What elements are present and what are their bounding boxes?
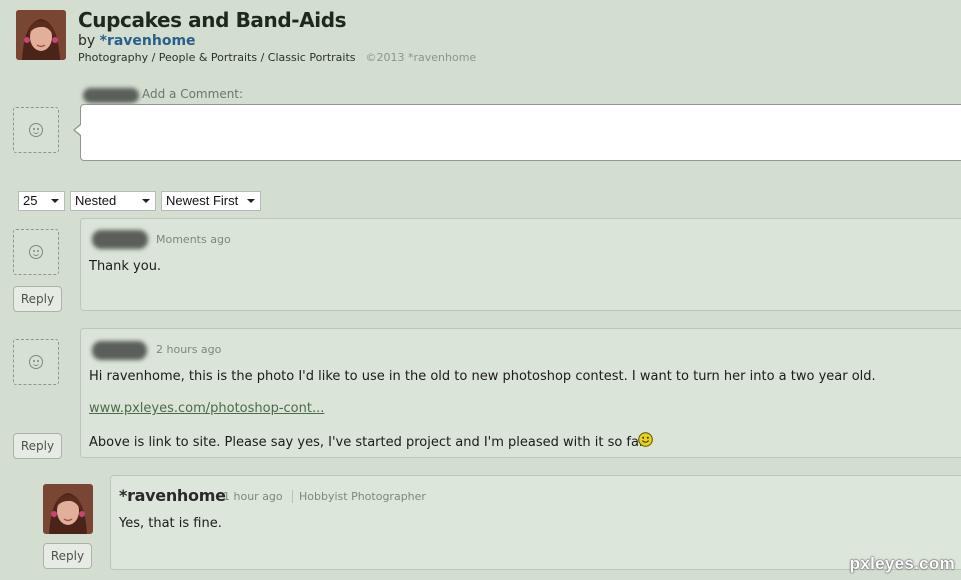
- breadcrumb-separator: /: [148, 51, 159, 64]
- sort-order-value: Newest First: [166, 193, 239, 208]
- smiley-icon: [29, 245, 43, 259]
- chevron-down-icon: [51, 199, 59, 203]
- comment-text-2: Above is link to site. Please say yes, I…: [89, 435, 648, 450]
- author-link[interactable]: *ravenhome: [100, 33, 196, 49]
- author-avatar[interactable]: [16, 10, 66, 60]
- comment-item: [80, 218, 961, 311]
- comment-input[interactable]: [80, 104, 961, 161]
- reply-author-role: Hobbyist Photographer: [292, 490, 426, 503]
- breadcrumb-people-portraits[interactable]: People & Portraits: [159, 51, 257, 64]
- page-title: Cupcakes and Band-Aids: [78, 8, 347, 32]
- breadcrumb-separator: /: [257, 51, 268, 64]
- byline-prefix: by: [78, 33, 100, 49]
- reply-button[interactable]: Reply: [43, 543, 92, 569]
- commenter-avatar-placeholder: [13, 229, 59, 275]
- user-avatar-placeholder: [13, 107, 59, 153]
- sort-order-select[interactable]: Newest First: [161, 191, 261, 211]
- reply-time: 1 hour ago: [223, 490, 283, 503]
- breadcrumb-photography[interactable]: Photography: [78, 51, 148, 64]
- comment-time: Moments ago: [156, 233, 231, 246]
- redacted-commenter-name: [92, 230, 148, 249]
- smiley-emoticon-icon: [638, 432, 653, 447]
- copyright-text: ©2013 *ravenhome: [365, 51, 477, 64]
- add-comment-label: Add a Comment:: [142, 87, 244, 101]
- view-mode-value: Nested: [75, 193, 117, 208]
- breadcrumb-classic-portraits[interactable]: Classic Portraits: [268, 51, 356, 64]
- chevron-down-icon: [142, 199, 150, 203]
- comment-time: 2 hours ago: [156, 343, 222, 356]
- per-page-select[interactable]: 25: [18, 191, 65, 211]
- per-page-value: 25: [23, 193, 38, 208]
- byline: by *ravenhome: [78, 33, 196, 49]
- speech-bubble-tail-fill: [75, 125, 81, 135]
- smiley-icon: [29, 123, 43, 137]
- reply-text: Yes, that is fine.: [119, 516, 222, 531]
- redacted-username: [83, 88, 139, 103]
- reply-button[interactable]: Reply: [13, 286, 62, 312]
- smiley-icon: [29, 355, 43, 369]
- view-mode-select[interactable]: Nested: [70, 191, 156, 211]
- reply-author-name[interactable]: *ravenhome: [119, 486, 226, 505]
- chevron-down-icon: [247, 199, 255, 203]
- comment-text: Thank you.: [89, 259, 162, 274]
- reply-author-avatar[interactable]: [43, 484, 93, 534]
- comment-text: Hi ravenhome, this is the photo I'd like…: [89, 369, 876, 384]
- breadcrumb: Photography / People & Portraits / Class…: [78, 51, 476, 64]
- commenter-avatar-placeholder: [13, 339, 59, 385]
- redacted-commenter-name: [92, 341, 147, 360]
- watermark: pxleyes.com: [849, 554, 955, 573]
- reply-button[interactable]: Reply: [13, 433, 62, 459]
- comment-link[interactable]: www.pxleyes.com/photoshop-cont...: [89, 401, 324, 416]
